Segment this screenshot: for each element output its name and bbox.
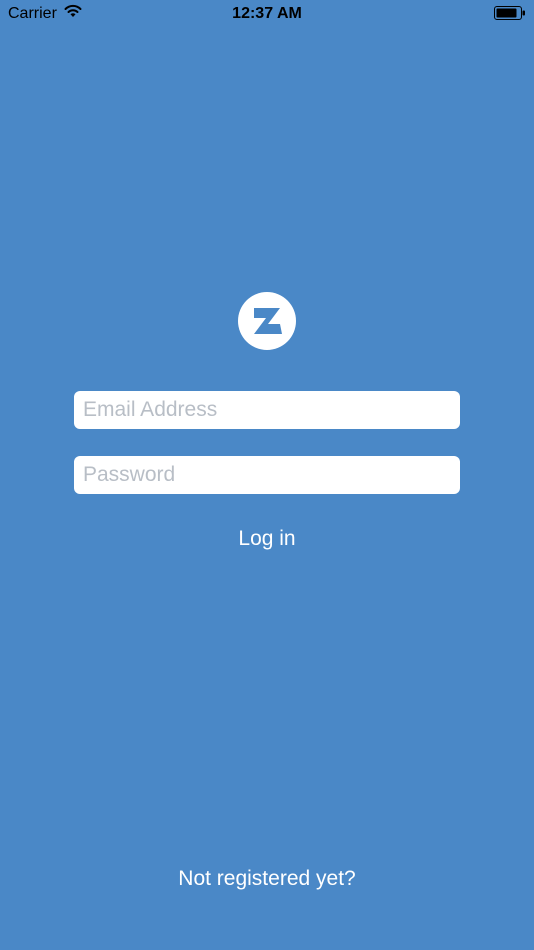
status-bar: Carrier 12:37 AM	[0, 0, 534, 28]
z-logo-icon	[238, 292, 296, 350]
register-link[interactable]: Not registered yet?	[157, 863, 377, 895]
battery-icon	[494, 6, 525, 20]
password-field[interactable]	[74, 456, 460, 494]
clock: 12:37 AM	[232, 5, 302, 22]
login-button[interactable]: Log in	[207, 523, 327, 555]
email-field[interactable]	[74, 391, 460, 429]
